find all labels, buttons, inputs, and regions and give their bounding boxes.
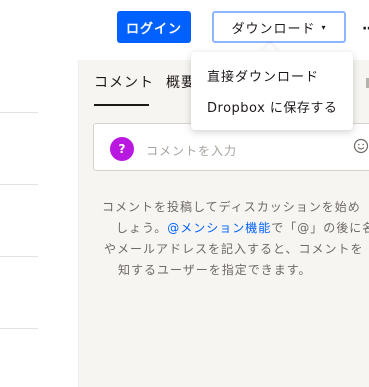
download-dropdown-menu <box>191 52 353 130</box>
emoji-smile-icon[interactable] <box>353 138 369 154</box>
more-horizontal-icon[interactable]: ·· <box>362 21 369 37</box>
login-button[interactable]: ログイン <box>117 11 191 43</box>
avatar: ? <box>110 137 134 161</box>
comments-help-text: コメントを投稿してディスカッションを始め しょう。@メンション機能で「@」の後に… <box>102 197 369 281</box>
mention-help-link[interactable]: @メンション機能 <box>167 221 271 235</box>
caret-down-icon: ▾ <box>321 22 327 32</box>
download-button[interactable]: ダウンロード ▾ <box>212 11 346 43</box>
help-line-3: やメールアドレスを記入すると、コメントを <box>104 242 364 256</box>
comment-input-placeholder[interactable]: コメントを入力 <box>146 142 237 159</box>
download-button-label: ダウンロード <box>231 21 316 37</box>
menu-item-direct-download[interactable]: 直接ダウンロード <box>207 66 319 85</box>
list-divider <box>0 184 38 185</box>
help-line-1: コメントを投稿してディスカッションを始め <box>102 200 361 214</box>
active-tab-indicator <box>94 104 149 106</box>
help-line-2: しょう。@メンション機能で「@」の後に名 <box>102 218 369 239</box>
list-divider <box>0 328 38 329</box>
help-line-2-prefix: しょう。 <box>116 221 168 235</box>
menu-item-save-to-dropbox[interactable]: Dropbox に保存する <box>207 97 337 116</box>
help-line-2-suffix: で「@」の後に名 <box>271 221 369 235</box>
tab-comments[interactable]: コメント <box>94 72 154 92</box>
list-divider <box>0 256 38 257</box>
help-line-4: 知するユーザーを指定できます。 <box>118 263 312 277</box>
file-list-area <box>0 60 78 387</box>
list-divider <box>0 112 38 113</box>
